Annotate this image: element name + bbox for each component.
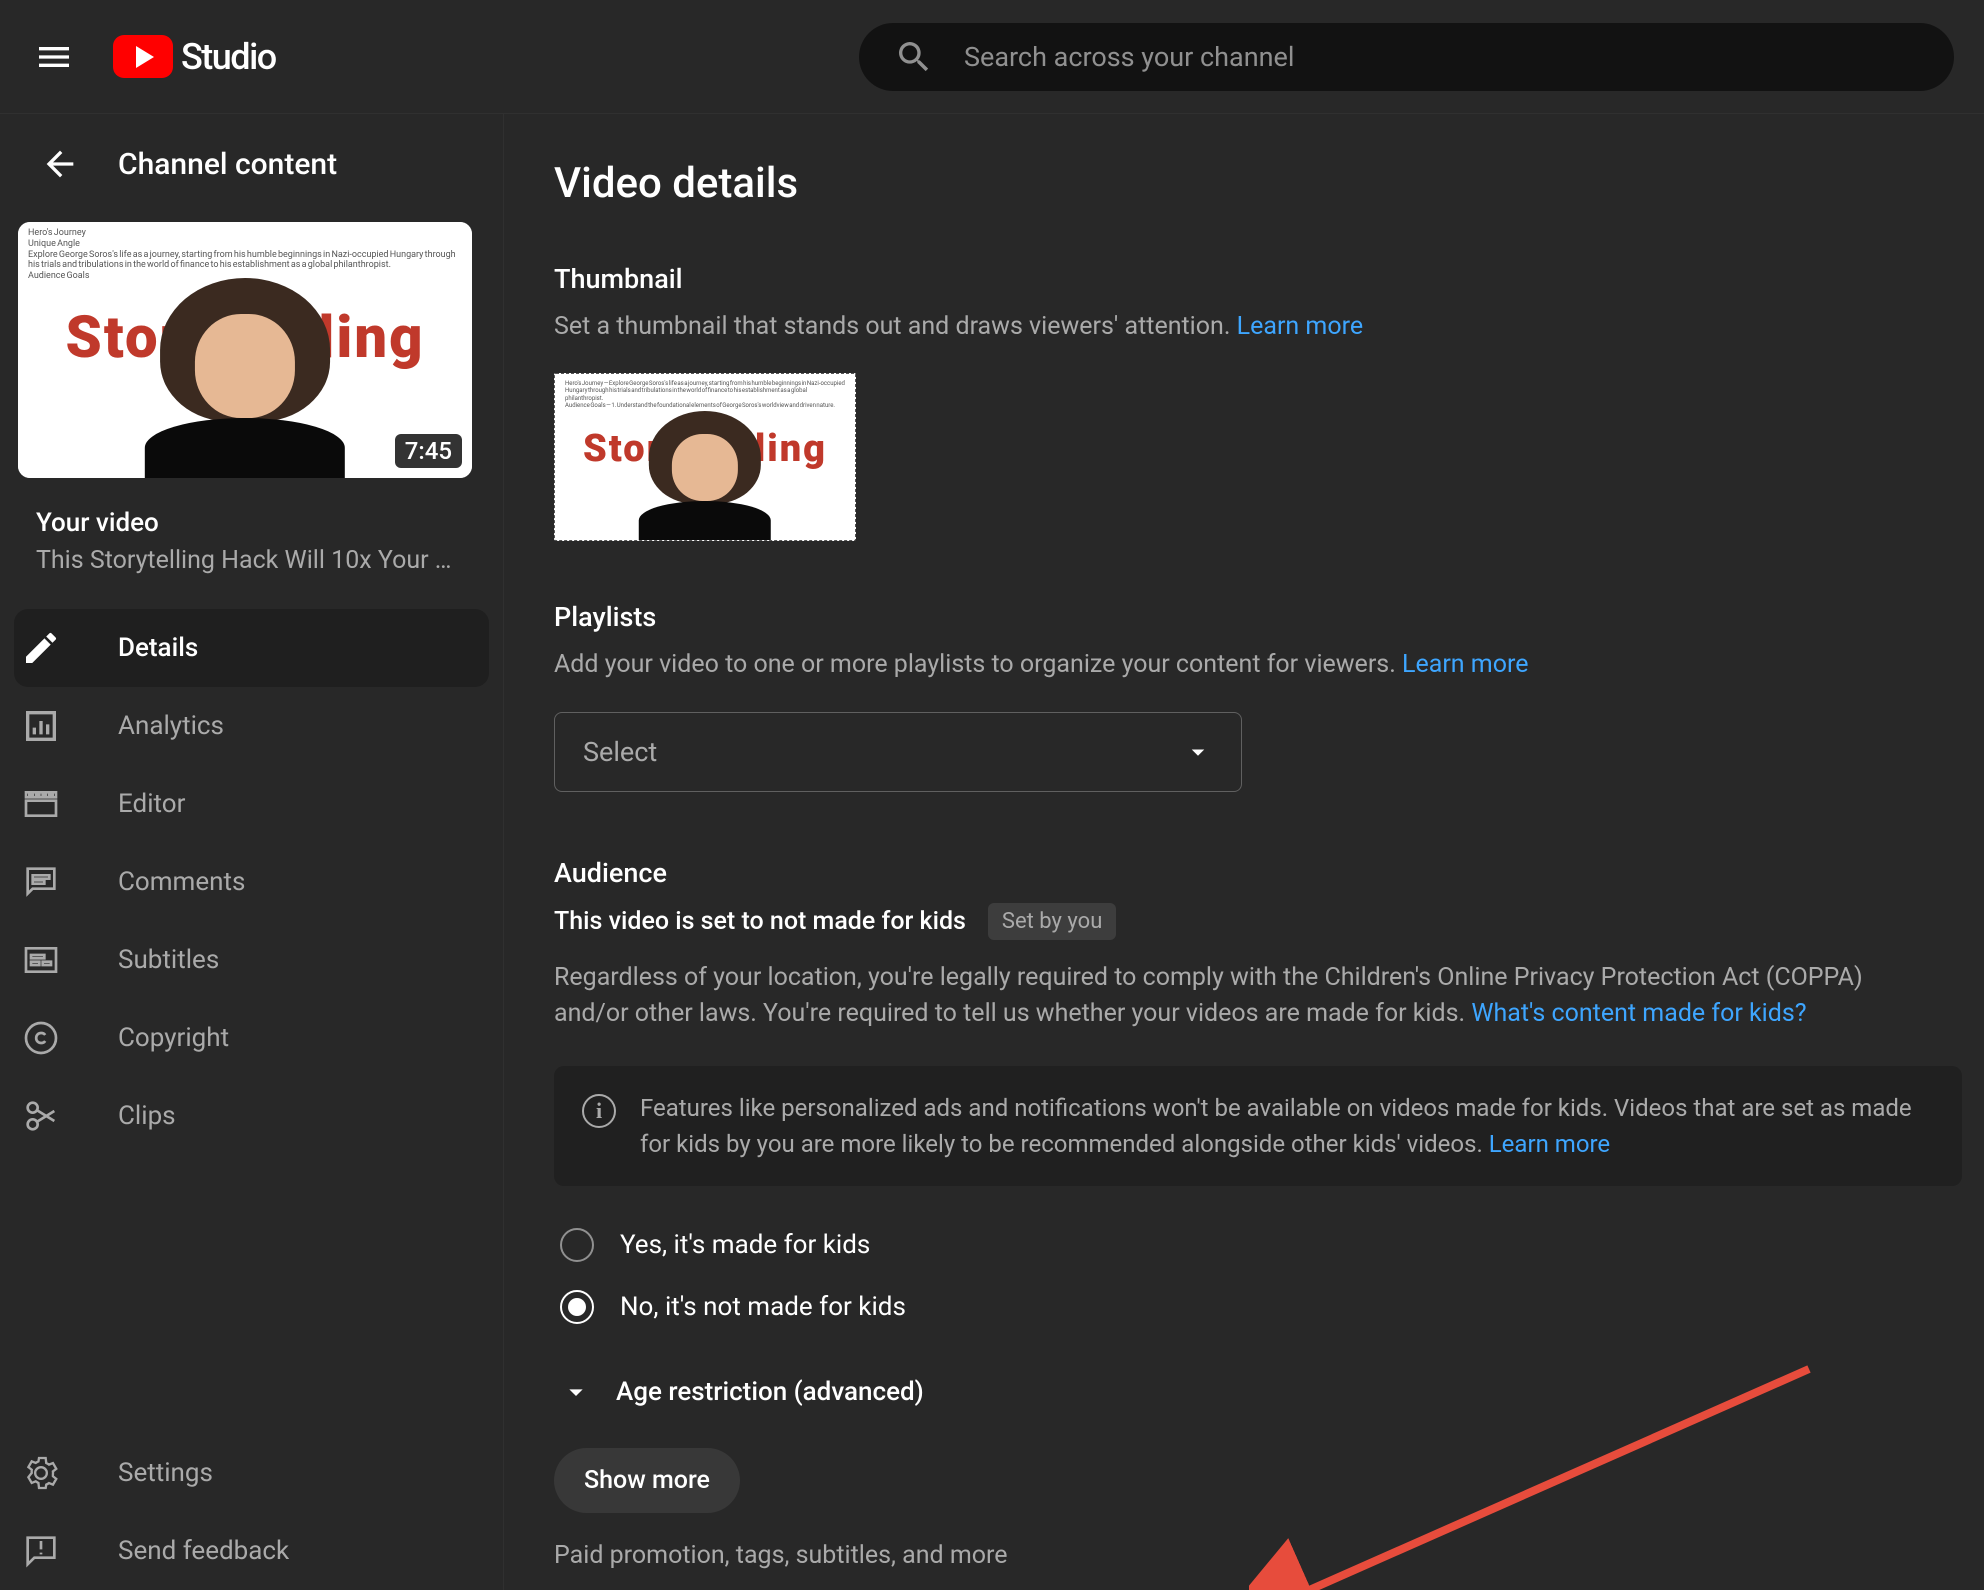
show-more-button[interactable]: Show more (554, 1448, 740, 1513)
info-card-text: Features like personalized ads and notif… (640, 1090, 1934, 1162)
comments-icon (21, 862, 61, 902)
logo-text: Studio (181, 36, 276, 78)
selected-thumbnail[interactable]: Hero's Journey — Explore George Soros's … (554, 373, 856, 541)
chevron-down-icon (560, 1376, 592, 1408)
info-icon (582, 1094, 616, 1128)
search-icon (894, 37, 934, 77)
info-card-learn-more-link[interactable]: Learn more (1489, 1130, 1610, 1158)
app-header: Studio (0, 0, 1984, 114)
playlists-select-label: Select (583, 736, 657, 768)
radio-icon (560, 1228, 594, 1262)
thumbnail-heading: Thumbnail (554, 263, 1934, 295)
radio-made-for-kids-no[interactable]: No, it's not made for kids (554, 1290, 1934, 1324)
back-to-channel-content[interactable]: Channel content (0, 144, 503, 184)
sidebar-nav: Details Analytics Editor Comments Subtit… (0, 609, 503, 1155)
thumbnail-subtext: Set a thumbnail that stands out and draw… (554, 309, 1934, 345)
radio-label-no: No, it's not made for kids (620, 1292, 906, 1322)
playlists-subtext: Add your video to one or more playlists … (554, 647, 1934, 683)
sidebar: Channel content Hero's JourneyUnique Ang… (0, 114, 504, 1590)
youtube-play-icon (113, 35, 173, 78)
thumbnail-learn-more-link[interactable]: Learn more (1237, 312, 1363, 341)
nav-item-analytics[interactable]: Analytics (14, 687, 489, 765)
main-content: Video details Thumbnail Set a thumbnail … (504, 114, 1984, 1590)
nav-label-feedback: Send feedback (118, 1536, 289, 1566)
age-restriction-toggle[interactable]: Age restriction (advanced) (554, 1376, 1934, 1408)
studio-logo[interactable]: Studio (113, 35, 276, 78)
nav-item-details[interactable]: Details (14, 609, 489, 687)
your-video-block: Your video This Storytelling Hack Will 1… (0, 508, 503, 575)
playlists-learn-more-link[interactable]: Learn more (1402, 650, 1528, 679)
radio-icon-selected (560, 1290, 594, 1324)
age-restriction-label: Age restriction (advanced) (616, 1377, 924, 1407)
playlists-heading: Playlists (554, 601, 1934, 633)
arrow-left-icon (40, 144, 80, 184)
analytics-icon (21, 706, 61, 746)
radio-made-for-kids-yes[interactable]: Yes, it's made for kids (554, 1228, 1934, 1262)
nav-label-details: Details (118, 633, 198, 663)
nav-item-subtitles[interactable]: Subtitles (14, 921, 489, 999)
copyright-icon (21, 1018, 61, 1058)
video-title-text: This Storytelling Hack Will 10x Your … (36, 546, 467, 575)
nav-label-copyright: Copyright (118, 1023, 229, 1053)
nav-item-editor[interactable]: Editor (14, 765, 489, 843)
search-input[interactable] (964, 41, 1919, 73)
set-by-you-chip: Set by you (988, 903, 1116, 940)
sidebar-video-thumbnail[interactable]: Hero's JourneyUnique AngleExplore George… (18, 222, 472, 478)
nav-label-editor: Editor (118, 789, 185, 819)
page-title: Video details (554, 159, 1934, 208)
menu-icon (34, 37, 74, 77)
your-video-label: Your video (36, 508, 467, 538)
nav-label-clips: Clips (118, 1101, 176, 1131)
nav-item-copyright[interactable]: Copyright (14, 999, 489, 1077)
video-duration-badge: 7:45 (395, 434, 462, 468)
search-bar[interactable] (859, 23, 1954, 91)
nav-item-clips[interactable]: Clips (14, 1077, 489, 1155)
hamburger-menu-button[interactable] (30, 33, 78, 81)
nav-label-comments: Comments (118, 867, 245, 897)
feedback-icon (21, 1531, 61, 1571)
pencil-icon (21, 628, 61, 668)
coppa-text: Regardless of your location, you're lega… (554, 960, 1934, 1033)
editor-icon (21, 784, 61, 824)
nav-label-analytics: Analytics (118, 711, 224, 741)
radio-label-yes: Yes, it's made for kids (620, 1230, 870, 1260)
nav-item-settings[interactable]: Settings (14, 1434, 489, 1512)
nav-item-feedback[interactable]: Send feedback (14, 1512, 489, 1590)
thumbnail-image-small: Hero's Journey — Explore George Soros's … (555, 374, 855, 540)
back-label: Channel content (118, 147, 337, 182)
chevron-down-icon (1183, 737, 1213, 767)
audience-status-row: This video is set to not made for kids S… (554, 903, 1934, 940)
audience-info-card: Features like personalized ads and notif… (554, 1066, 1962, 1186)
nav-item-comments[interactable]: Comments (14, 843, 489, 921)
show-more-subtext: Paid promotion, tags, subtitles, and mor… (554, 1541, 1934, 1570)
playlists-select[interactable]: Select (554, 712, 1242, 792)
nav-label-subtitles: Subtitles (118, 945, 219, 975)
nav-label-settings: Settings (118, 1458, 213, 1488)
subtitles-icon (21, 940, 61, 980)
coppa-help-link[interactable]: What's content made for kids? (1471, 999, 1806, 1028)
audience-status-text: This video is set to not made for kids (554, 907, 966, 936)
audience-heading: Audience (554, 857, 1934, 889)
gear-icon (21, 1453, 61, 1493)
clips-icon (21, 1096, 61, 1136)
